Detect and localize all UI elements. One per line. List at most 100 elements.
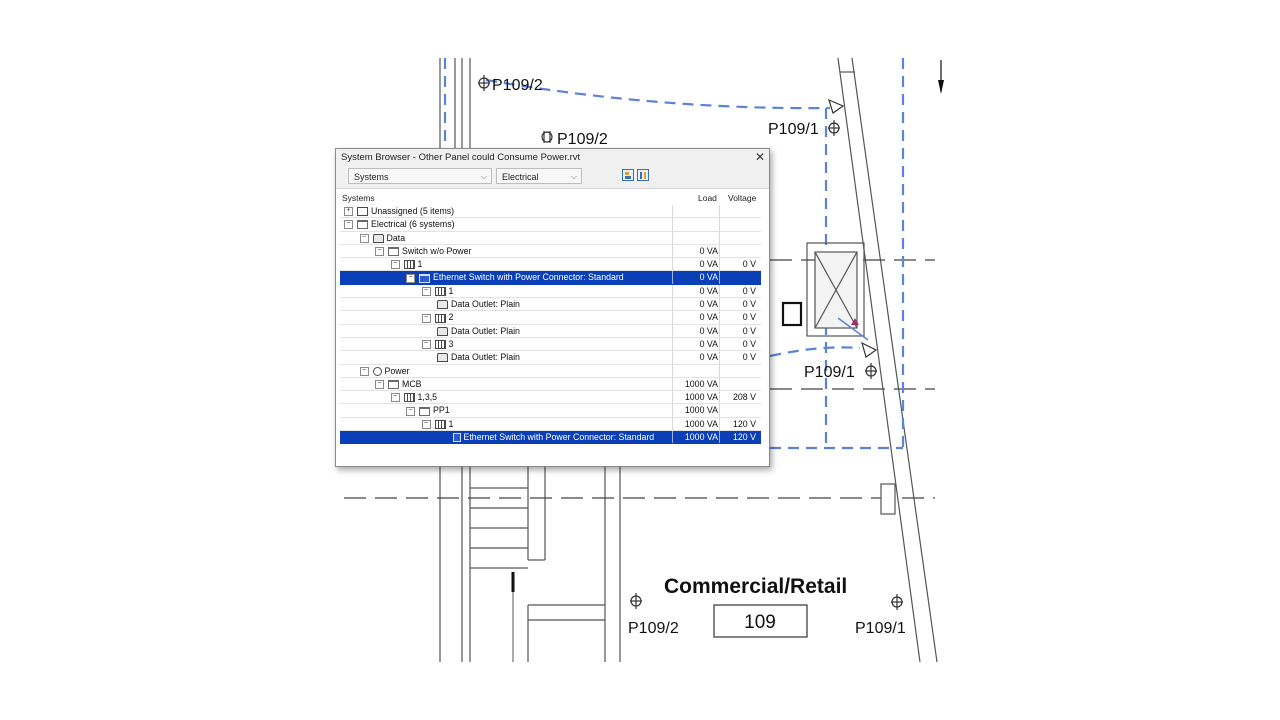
room-name: Commercial/Retail xyxy=(664,575,847,598)
collapse-icon[interactable]: − xyxy=(375,380,384,390)
voltage-cell: 0 V xyxy=(742,325,756,336)
column-divider xyxy=(672,431,673,444)
tree-row-label: 1 xyxy=(448,418,454,429)
tree-row[interactable]: − Electrical (6 systems) xyxy=(340,218,761,232)
voltage-cell: 0 V xyxy=(742,312,756,323)
discipline-dropdown-value: Electrical xyxy=(502,172,539,182)
column-divider xyxy=(719,404,720,417)
tree-row[interactable]: Data Outlet: Plain 0 VA 0 V xyxy=(340,351,761,365)
tree-row[interactable]: Data Outlet: Plain 0 VA 0 V xyxy=(340,298,761,312)
tree-row-name: − 1,3,5 xyxy=(390,392,437,403)
tree-row[interactable]: − MCB 1000 VA xyxy=(340,377,761,392)
column-divider xyxy=(672,377,673,391)
tree-row-label: Ethernet Switch with Power Connector: St… xyxy=(433,272,624,283)
tag-top-left: P109/2 xyxy=(492,77,543,94)
tree-row[interactable]: − Ethernet Switch with Power Connector: S… xyxy=(340,271,761,285)
discipline-dropdown[interactable]: Electrical ⌵ xyxy=(496,168,582,184)
column-divider xyxy=(719,218,720,231)
folder-icon xyxy=(388,380,399,390)
collapse-icon[interactable]: − xyxy=(421,340,431,350)
voltage-cell: 0 V xyxy=(742,352,756,363)
autofit-columns-icon[interactable] xyxy=(622,169,634,181)
load-cell: 1000 VA xyxy=(684,418,718,429)
folder-icon xyxy=(357,220,368,230)
column-settings-icon[interactable] xyxy=(637,169,649,181)
tree-row[interactable]: + Unassigned (5 items) xyxy=(340,205,761,219)
voltage-cell: 208 V xyxy=(733,392,756,403)
voltage-cell: 0 V xyxy=(742,285,756,296)
tree-row[interactable]: − PP1 1000 VA xyxy=(340,404,761,418)
load-cell: 0 VA xyxy=(699,352,718,363)
load-cell: 0 VA xyxy=(699,259,718,270)
systems-tree-grid[interactable]: Systems Load Voltage + Unassigned (5 item… xyxy=(340,191,761,445)
column-divider xyxy=(672,324,673,337)
expand-icon[interactable]: + xyxy=(344,207,353,217)
collapse-icon[interactable]: − xyxy=(375,247,384,257)
outlet-icon xyxy=(437,353,448,363)
tree-row-name: − Data xyxy=(359,233,405,243)
panel-icon xyxy=(434,286,446,296)
tree-row[interactable]: −2 0 VA 0 V xyxy=(340,311,761,325)
column-divider xyxy=(672,271,673,284)
collapse-icon[interactable]: − xyxy=(359,366,369,376)
collapse-icon[interactable]: − xyxy=(421,286,431,296)
column-divider xyxy=(719,337,720,351)
column-divider xyxy=(719,311,720,324)
header-load[interactable]: Load xyxy=(698,193,717,203)
tree-row-name: − Ethernet Switch with Power Connector: S… xyxy=(406,272,624,283)
tree-row-label: 2 xyxy=(448,312,454,323)
tree-row-name: − PP1 xyxy=(406,405,450,416)
column-divider xyxy=(672,364,673,377)
system-browser-window[interactable]: System Browser - Other Panel could Consu… xyxy=(335,148,770,467)
close-icon[interactable]: ✕ xyxy=(755,149,765,165)
room-number: 109 xyxy=(744,612,776,633)
panel-icon xyxy=(434,340,446,350)
unknown-icon xyxy=(357,207,368,217)
tree-row[interactable]: − 1,3,5 1000 VA 208 V xyxy=(340,391,761,405)
collapse-icon[interactable]: − xyxy=(344,220,353,230)
column-divider xyxy=(672,351,673,364)
column-divider xyxy=(719,231,720,244)
window-title-bar[interactable]: System Browser - Other Panel could Consu… xyxy=(336,149,769,166)
tree-row[interactable]: − Data xyxy=(340,231,761,245)
tree-row-label: Data Outlet: Plain xyxy=(451,352,520,363)
tree-row-label: 1 xyxy=(448,285,454,296)
tree-row[interactable]: − Power xyxy=(340,364,761,378)
header-systems[interactable]: Systems xyxy=(342,193,375,203)
tree-row-name: Data Outlet: Plain xyxy=(437,299,520,310)
chevron-down-icon: ⌵ xyxy=(480,172,487,181)
column-divider xyxy=(719,391,720,404)
collapse-icon[interactable]: − xyxy=(406,273,415,283)
column-divider xyxy=(719,351,720,364)
tree-row[interactable]: − Switch w/o Power 0 VA xyxy=(340,244,761,259)
collapse-icon[interactable]: − xyxy=(421,313,431,323)
tree-row[interactable]: Ethernet Switch with Power Connector: St… xyxy=(340,431,761,445)
collapse-icon[interactable]: − xyxy=(390,260,400,270)
tag-bottom-right: P109/1 xyxy=(855,620,906,637)
tree-row[interactable]: Data Outlet: Plain 0 VA 0 V xyxy=(340,324,761,338)
collapse-icon[interactable]: − xyxy=(421,419,431,429)
tree-row[interactable]: −1 1000 VA 120 V xyxy=(340,417,761,432)
column-divider xyxy=(672,218,673,231)
header-voltage[interactable]: Voltage xyxy=(728,193,756,203)
collapse-icon[interactable]: − xyxy=(406,406,415,416)
column-divider xyxy=(672,337,673,351)
column-divider xyxy=(719,324,720,337)
tree-row[interactable]: −1 0 VA 0 V xyxy=(340,258,761,272)
tree-row-name: + Unassigned (5 items) xyxy=(344,206,454,217)
collapse-icon[interactable]: − xyxy=(390,393,400,403)
tree-row-label: Data Outlet: Plain xyxy=(451,299,520,310)
column-divider xyxy=(719,205,720,218)
tag-top-right: P109/1 xyxy=(768,121,819,138)
view-dropdown[interactable]: Systems ⌵ xyxy=(348,168,492,184)
view-dropdown-value: Systems xyxy=(354,172,389,182)
collapse-icon[interactable]: − xyxy=(359,233,369,243)
column-divider xyxy=(672,311,673,324)
tree-row[interactable]: −1 0 VA 0 V xyxy=(340,284,761,299)
outlet-icon xyxy=(437,326,448,336)
column-divider xyxy=(672,205,673,218)
tree-row[interactable]: −3 0 VA 0 V xyxy=(340,337,761,352)
tree-row-label: Ethernet Switch with Power Connector: St… xyxy=(463,432,655,443)
device-icon xyxy=(452,433,461,443)
voltage-cell: 0 V xyxy=(742,299,756,310)
